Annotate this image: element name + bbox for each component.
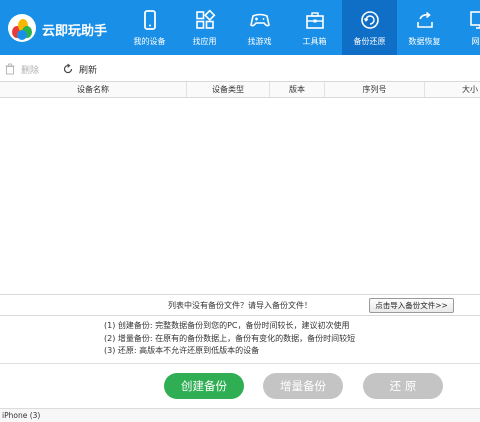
nav-find-apps[interactable]: 找应用 — [177, 0, 232, 55]
backup-restore-window: 云即玩助手 我的设备 找应用 找游戏 工具箱 备份还原 数据恢复 网 删除 刷新… — [0, 0, 480, 422]
backup-table-body — [0, 98, 480, 294]
nav-data-recovery[interactable]: 数据恢复 — [397, 0, 452, 55]
note-restore: (3) 还原: 高版本不允许还原到低版本的设备 — [104, 346, 260, 355]
nav-backup-restore[interactable]: 备份还原 — [342, 0, 397, 55]
column-device-name[interactable]: 设备名称 — [0, 82, 187, 97]
create-backup-button[interactable]: 创建备份 — [164, 373, 244, 399]
app-brand: 云即玩助手 — [42, 24, 108, 39]
status-bar: iPhone (3) — [0, 408, 480, 422]
restore-icon — [414, 9, 436, 31]
delete-label: 删除 — [21, 65, 40, 76]
device-status-text: iPhone (3) — [2, 411, 41, 420]
phone-icon — [139, 9, 161, 31]
restore-button[interactable]: 还 原 — [363, 373, 443, 399]
note-incremental: (2) 增量备份: 在原有的备份数据上，备份有变化的数据，备份时间较短 — [104, 333, 356, 343]
column-version[interactable]: 版本 — [270, 82, 325, 97]
import-hint-text: 列表中没有备份文件？请导入备份文件！ — [168, 301, 312, 310]
nav-label: 工具箱 — [302, 37, 327, 46]
apps-icon — [194, 9, 216, 31]
backup-icon — [359, 9, 381, 31]
note-create: (1) 创建备份: 完整数据备份到您的PC，备份时间较长，建议初次使用 — [104, 321, 350, 330]
nav-label: 我的设备 — [133, 37, 166, 46]
refresh-button[interactable]: 刷新 — [62, 61, 97, 77]
delete-button[interactable]: 删除 — [4, 61, 39, 77]
web-icon — [469, 9, 480, 31]
import-backup-button[interactable]: 点击导入备份文件>> — [369, 298, 454, 313]
backup-notes: (1) 创建备份: 完整数据备份到您的PC，备份时间较长，建议初次使用 (2) … — [104, 320, 355, 358]
import-bar: 列表中没有备份文件？请导入备份文件！ 点击导入备份文件>> — [0, 294, 480, 316]
nav-label: 找游戏 — [247, 37, 272, 46]
toolbox-icon — [304, 9, 326, 31]
top-navigation-bar: 云即玩助手 我的设备 找应用 找游戏 工具箱 备份还原 数据恢复 网 — [0, 0, 480, 55]
gamepad-icon — [249, 9, 271, 31]
trash-icon — [4, 63, 16, 75]
nav-toolbox[interactable]: 工具箱 — [287, 0, 342, 55]
toolbar: 删除 刷新 — [0, 57, 480, 81]
column-device-type[interactable]: 设备类型 — [187, 82, 270, 97]
main-nav: 我的设备 找应用 找游戏 工具箱 备份还原 数据恢复 网 — [122, 0, 480, 55]
nav-find-games[interactable]: 找游戏 — [232, 0, 287, 55]
column-size[interactable]: 大小 — [425, 82, 480, 97]
refresh-label: 刷新 — [79, 65, 98, 76]
nav-web[interactable]: 网页 — [452, 0, 480, 55]
nav-my-device[interactable]: 我的设备 — [122, 0, 177, 55]
nav-label: 数据恢复 — [408, 37, 441, 46]
action-bar: 创建备份 增量备份 还 原 — [0, 363, 480, 408]
column-serial-number[interactable]: 序列号 — [325, 82, 425, 97]
refresh-icon — [62, 63, 74, 75]
app-logo — [8, 14, 36, 42]
nav-label: 网页 — [471, 37, 480, 46]
nav-label: 备份还原 — [353, 37, 386, 46]
nav-label: 找应用 — [192, 37, 217, 46]
incremental-backup-button[interactable]: 增量备份 — [263, 373, 343, 399]
backup-table-header: 设备名称 设备类型 版本 序列号 大小 — [0, 81, 480, 98]
